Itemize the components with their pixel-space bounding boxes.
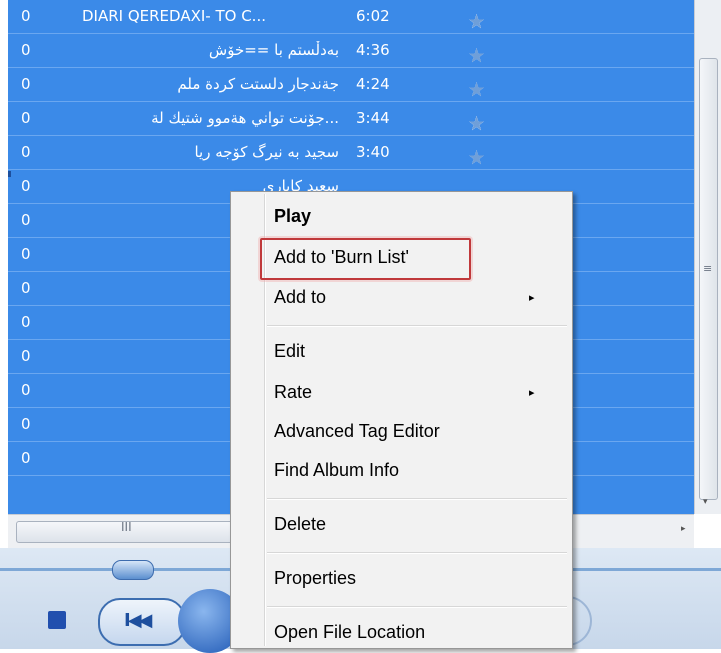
track-title: جةندجار دلستت كردة ملم: [177, 75, 339, 93]
track-row[interactable]: 0 بەدڵستم با ==خۆش 4:36 ★ ★ ★ ★ ★: [8, 34, 694, 68]
menu-item-open-file-location[interactable]: Open File Location: [274, 622, 425, 643]
play-count: 0: [21, 313, 31, 331]
star-icon[interactable]: ★: [468, 11, 485, 33]
scroll-right-arrow-icon[interactable]: ▸: [681, 524, 686, 534]
track-length: 4:36: [356, 41, 390, 59]
play-count: 0: [21, 109, 31, 127]
menu-separator: [267, 325, 567, 327]
previous-icon: I◀◀: [124, 610, 152, 631]
track-title: بەدڵستم با ==خۆش: [208, 41, 339, 59]
track-length: 3:40: [356, 143, 390, 161]
scroll-grip-icon: III: [121, 520, 132, 534]
track-title: سجيد به نيرگ كۆجه ريا: [194, 143, 339, 161]
play-count: 0: [21, 381, 31, 399]
star-icon[interactable]: ★: [468, 79, 485, 101]
track-row[interactable]: 0 ...جۆنت تواني هةموو شتيك لة 3:44 ★ ★ ★ ★ ★: [8, 102, 694, 136]
scroll-down-arrow-icon[interactable]: ▾: [703, 497, 708, 507]
menu-separator: [267, 552, 567, 554]
menu-item-find-album-info[interactable]: Find Album Info: [274, 460, 399, 481]
submenu-arrow-icon: ▸: [529, 292, 535, 304]
submenu-arrow-icon: ▸: [529, 387, 535, 399]
track-length: 6:02: [356, 7, 390, 25]
play-count: 0: [21, 75, 31, 93]
menu-item-add-to[interactable]: Add to: [274, 287, 326, 308]
play-count: 0: [21, 41, 31, 59]
track-title: ...جۆنت تواني هةموو شتيك لة: [151, 109, 339, 127]
play-count: 0: [21, 245, 31, 263]
play-count: 0: [21, 143, 31, 161]
play-count: 0: [21, 415, 31, 433]
play-count: 0: [21, 7, 31, 25]
track-length: 3:44: [356, 109, 390, 127]
track-title: DIARI QEREDAXI- TO C...: [82, 7, 266, 25]
track-row[interactable]: 0 سجيد به نيرگ كۆجه ريا 3:40 ★ ★ ★ ★ ★: [8, 136, 694, 170]
seek-slider-knob[interactable]: [112, 560, 154, 580]
play-count: 0: [21, 279, 31, 297]
context-menu: Play Add to 'Burn List' Add to ▸ Edit Rate ▸ Ad…: [230, 191, 573, 649]
track-row[interactable]: 0 DIARI QEREDAXI- TO C... 6:02 ★ ★ ★ ★ ★: [8, 0, 694, 34]
track-row[interactable]: 0 جةندجار دلستت كردة ملم 4:24 ★ ★ ★ ★ ★: [8, 68, 694, 102]
scroll-grip-icon: ≡: [703, 262, 713, 275]
play-count: 0: [21, 211, 31, 229]
menu-separator: [267, 606, 567, 608]
menu-item-play[interactable]: Play: [274, 206, 311, 227]
vertical-scrollbar[interactable]: ≡ ▾: [694, 0, 721, 514]
stop-button[interactable]: [48, 611, 66, 629]
menu-item-advanced-tag-editor[interactable]: Advanced Tag Editor: [274, 421, 440, 442]
star-icon[interactable]: ★: [468, 113, 485, 135]
vertical-scroll-thumb[interactable]: ≡: [699, 58, 718, 500]
menu-item-properties[interactable]: Properties: [274, 568, 356, 589]
menu-item-edit[interactable]: Edit: [274, 341, 305, 362]
track-length: 4:24: [356, 75, 390, 93]
menu-item-add-to-burn-list[interactable]: Add to 'Burn List': [274, 247, 409, 268]
menu-separator: [267, 498, 567, 500]
play-count: 0: [21, 177, 31, 195]
star-icon[interactable]: ★: [468, 147, 485, 169]
play-count: 0: [21, 347, 31, 365]
horizontal-scroll-thumb[interactable]: III: [16, 520, 258, 543]
menu-item-rate[interactable]: Rate: [274, 382, 312, 403]
previous-button[interactable]: I◀◀: [98, 598, 186, 646]
focus-marker: [8, 171, 11, 177]
star-icon[interactable]: ★: [468, 45, 485, 67]
menu-item-delete[interactable]: Delete: [274, 514, 326, 535]
play-count: 0: [21, 449, 31, 467]
